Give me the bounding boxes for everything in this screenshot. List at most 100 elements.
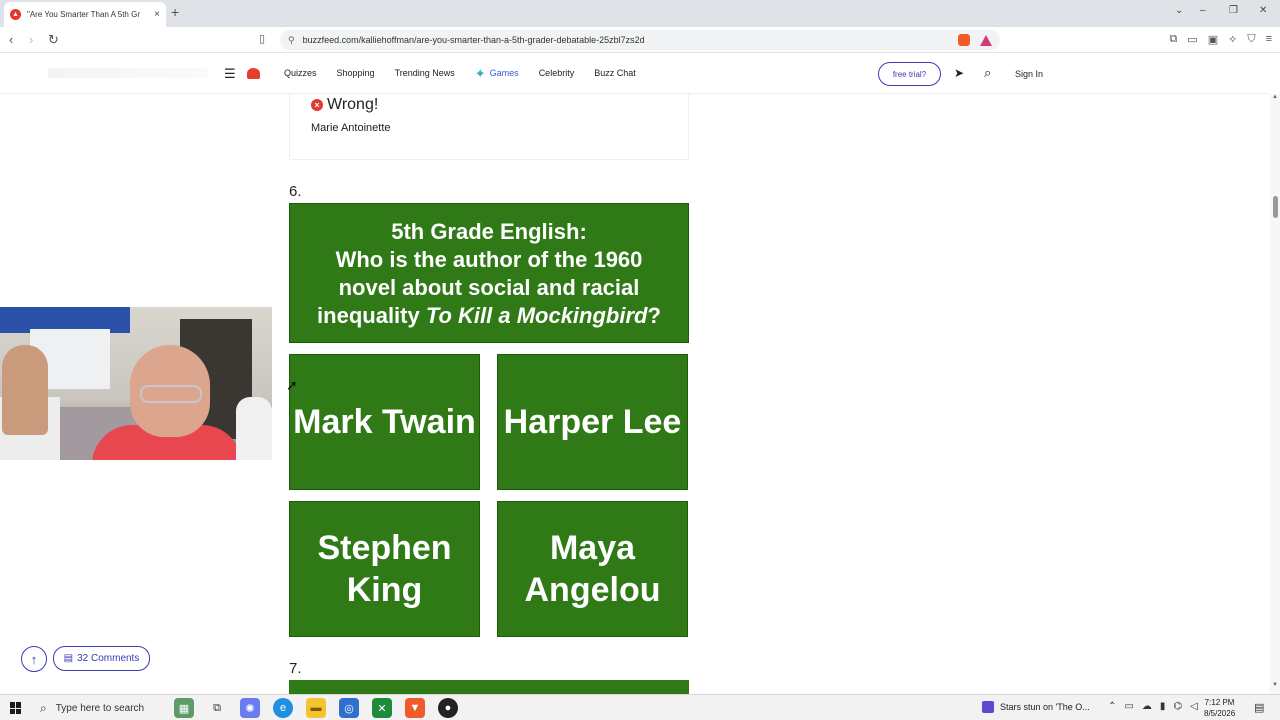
question-line-3: novel about social and racial [338, 275, 640, 300]
back-icon[interactable]: ‹ [9, 32, 13, 47]
url-bar[interactable]: ⚲ buzzfeed.com/kalliehoffman/are-you-sma… [280, 30, 1000, 50]
next-question-card [289, 680, 689, 694]
tray-volume-icon[interactable]: ◁ [1190, 701, 1198, 712]
clock-date: 8/5/2026 [1204, 709, 1236, 718]
arrow-up-icon: ↑ [30, 651, 38, 667]
nav-trending-news[interactable]: Trending News [395, 68, 455, 78]
news-headline: Stars stun on 'The O... [1000, 702, 1090, 712]
app-icon-blue[interactable]: ◎ [339, 698, 359, 718]
webcam-person-left [2, 345, 48, 435]
answer-option-mark-twain[interactable]: Mark Twain [289, 354, 480, 490]
tray-cloud-icon[interactable]: ☁ [1142, 701, 1152, 712]
question-line-2: Who is the author of the 1960 [335, 247, 643, 272]
reload-icon[interactable]: ↻ [48, 32, 59, 48]
file-explorer-icon[interactable]: ▬ [306, 698, 326, 718]
nav-buzz-chat[interactable]: Buzz Chat [594, 68, 636, 78]
nav-quizzes[interactable]: Quizzes [284, 68, 317, 78]
scroll-to-top-button[interactable]: ↑ [21, 646, 47, 672]
wallet-icon[interactable]: ▣ [1208, 33, 1218, 46]
task-view-icon[interactable]: ⧉ [207, 698, 227, 718]
question-line-1: 5th Grade English: [391, 219, 587, 244]
question-card: 5th Grade English: Who is the author of … [289, 203, 689, 343]
nav-games[interactable]: ✦ Games [474, 65, 519, 81]
windows-taskbar: ⌕ Type here to search ▦ ⧉ ✺ e ▬ ◎ ✕ ▼ ● … [0, 694, 1280, 720]
system-tray: ⌃ ▭ ☁ ▮ ⌬ ◁ [1108, 701, 1198, 712]
tray-battery-icon[interactable]: ▮ [1160, 701, 1166, 712]
tray-app-icon[interactable]: ▭ [1124, 701, 1133, 712]
scroll-down-arrow-icon[interactable]: ▼ [1272, 682, 1278, 688]
brave-shields-icon[interactable] [958, 34, 970, 46]
wrong-result: × Wrong! [311, 96, 378, 114]
send-icon[interactable]: ➤ [954, 66, 964, 80]
question-line-4-suffix: ? [647, 303, 661, 328]
maximize-icon[interactable]: ❐ [1229, 5, 1238, 16]
recording-app-icon[interactable]: ● [438, 698, 458, 718]
taskbar-widget-icon[interactable]: ▦ [174, 698, 194, 718]
browser-tab-bar: ▲ "Are You Smarter Than A 5th Gr × + ⌄ –… [0, 0, 1280, 27]
tab-close-icon[interactable]: × [154, 9, 160, 20]
brave-taskbar-icon[interactable]: ▼ [405, 698, 425, 718]
wrong-label: Wrong! [327, 96, 379, 113]
sidebar-icon[interactable]: ▭ [1187, 33, 1197, 46]
sparkle-icon: ✦ [474, 65, 486, 81]
nav-links: Quizzes Shopping Trending News ✦ Games Ce… [284, 65, 656, 81]
windows-start-icon[interactable] [10, 702, 22, 714]
site-info-icon[interactable]: ⚲ [288, 35, 295, 46]
taskbar-news[interactable]: Stars stun on 'The O... [982, 701, 1090, 713]
taskbar-clock[interactable]: 7:12 PM 8/5/2026 [1204, 697, 1235, 719]
brave-rewards-icon[interactable] [980, 34, 992, 46]
new-tab-button[interactable]: + [171, 4, 179, 20]
question-number: 6. [289, 183, 302, 200]
tray-network-icon[interactable]: ⌬ [1173, 701, 1182, 712]
site-header: ☰ Quizzes Shopping Trending News ✦ Games … [0, 54, 1270, 94]
answer-option-stephen-king[interactable]: Stephen King [289, 501, 480, 637]
edge-icon[interactable]: e [273, 698, 293, 718]
correct-answer: Marie Antoinette [311, 122, 391, 134]
webcam-overlay [0, 307, 272, 460]
tab-title: "Are You Smarter Than A 5th Gr [27, 10, 140, 19]
browser-tab[interactable]: ▲ "Are You Smarter Than A 5th Gr × [4, 2, 166, 27]
answer-option-maya-angelou[interactable]: Maya Angelou [497, 501, 688, 637]
nav-shopping[interactable]: Shopping [337, 68, 375, 78]
wrong-x-icon: × [311, 99, 323, 111]
sign-in-link[interactable]: Sign In [1015, 69, 1043, 79]
vpn-icon[interactable]: ⛉ [1247, 33, 1255, 46]
tray-chevron-icon[interactable]: ⌃ [1108, 701, 1116, 712]
nav-celebrity[interactable]: Celebrity [539, 68, 575, 78]
search-icon[interactable]: ⌕ [984, 65, 991, 81]
close-window-icon[interactable]: ✕ [1259, 5, 1267, 16]
hamburger-menu-icon[interactable]: ☰ [224, 66, 236, 82]
trending-icon[interactable] [247, 68, 260, 79]
nav-games-label: Games [489, 68, 519, 78]
taskbar-search-icon: ⌕ [40, 700, 47, 715]
answer-option-harper-lee[interactable]: Harper Lee [497, 354, 688, 490]
page-scrollbar[interactable]: ▲ ▼ [1270, 94, 1280, 694]
comments-button[interactable]: ▤ 32 Comments [53, 646, 150, 671]
scrollbar-thumb[interactable] [1273, 196, 1278, 218]
tab-list-chevron-icon[interactable]: ⌄ [1175, 5, 1183, 16]
menu-icon[interactable]: ≡ [1266, 33, 1272, 46]
notification-icon[interactable]: ▤ [1254, 701, 1264, 714]
question-number-7: 7. [289, 660, 302, 677]
news-icon [982, 701, 994, 713]
forward-icon[interactable]: › [29, 32, 33, 47]
minimize-icon[interactable]: – [1200, 5, 1206, 16]
comment-icon: ▤ [63, 653, 74, 664]
clock-time: 7:12 PM [1204, 698, 1235, 707]
url-text: buzzfeed.com/kalliehoffman/are-you-smart… [302, 35, 645, 45]
copilot-icon[interactable]: ✺ [240, 698, 260, 718]
browser-toolbar: ‹ › ↻ ▯ ⚲ buzzfeed.com/kalliehoffman/are… [0, 27, 1280, 53]
extensions-icon[interactable]: ⧉ [1169, 33, 1177, 46]
scroll-up-arrow-icon[interactable]: ▲ [1272, 94, 1278, 100]
buzzfeed-favicon-icon: ▲ [10, 9, 21, 20]
extension-icons: ⧉ ▭ ▣ ✧ ⛉ ≡ [1169, 33, 1272, 46]
question-line-4: inequality To Kill a Mockingbird? [290, 302, 688, 330]
book-title: To Kill a Mockingbird [425, 303, 648, 328]
leo-ai-icon[interactable]: ✧ [1228, 33, 1237, 46]
comments-label: 32 Comments [77, 653, 140, 664]
taskbar-search[interactable]: ⌕ Type here to search [34, 697, 170, 719]
bookmark-icon[interactable]: ▯ [259, 32, 265, 45]
xbox-icon[interactable]: ✕ [372, 698, 392, 718]
question-line-4-prefix: inequality [317, 303, 426, 328]
free-trial-button[interactable]: free trial? [878, 62, 941, 86]
